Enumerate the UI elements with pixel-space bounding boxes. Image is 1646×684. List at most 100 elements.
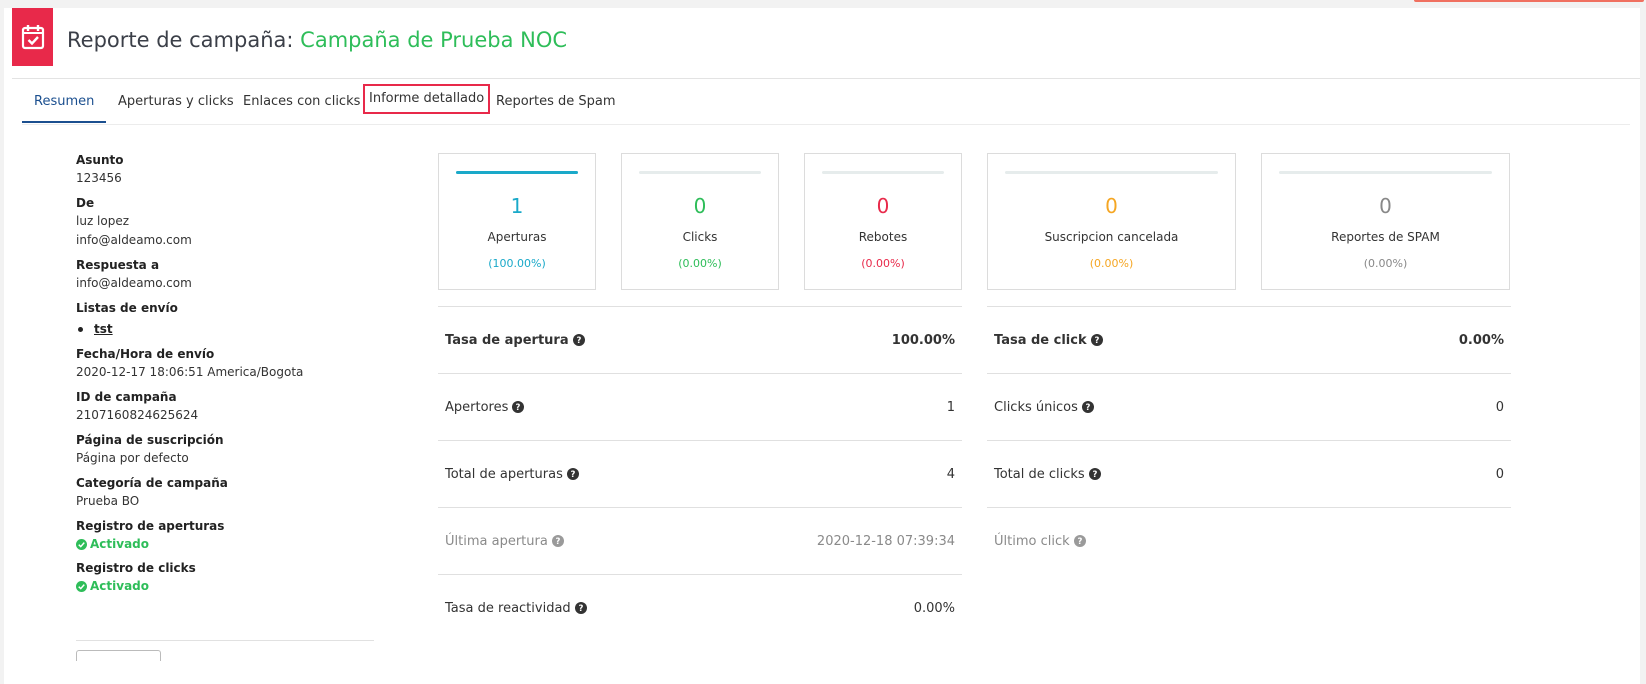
svg-text:?: ?: [555, 537, 560, 547]
svg-text:?: ?: [1077, 537, 1082, 547]
svg-text:?: ?: [516, 403, 521, 413]
page-header: Reporte de campaña: Campaña de Prueba NO…: [12, 8, 1640, 79]
reg-aperturas-status: Activado: [76, 535, 376, 553]
metric-percent: (0.00%): [1363, 257, 1408, 270]
metric-percent: (0.00%): [678, 257, 722, 270]
calendar-check-icon: [12, 8, 53, 66]
stat-label: Último click: [994, 533, 1070, 549]
reg-clicks-value: Activado: [90, 579, 150, 593]
stat-label: Última apertura: [445, 533, 548, 549]
stats-aperturas: Tasa de apertura? 100.00% Apertores? 1 Tot…: [438, 306, 962, 641]
metric-label: Reportes de SPAM: [1331, 230, 1440, 244]
stat-value: 100.00%: [891, 332, 955, 348]
progress-track: [1279, 171, 1492, 174]
metric-card-suscripcion-cancelada: 0 Suscripcion cancelada (0.00%): [987, 153, 1236, 290]
reg-clicks-label: Registro de clicks: [76, 561, 196, 575]
title-prefix: Reporte de campaña:: [67, 28, 294, 52]
question-circle-icon[interactable]: ?: [1090, 334, 1103, 346]
stat-row-tasa-apertura: Tasa de apertura? 100.00%: [438, 306, 962, 373]
metric-card-aperturas: 1 Aperturas (100.00%): [438, 153, 596, 290]
stat-value: 0.00%: [1458, 332, 1504, 348]
tabs-divider: [22, 124, 1630, 125]
metric-label: Suscripcion cancelada: [1044, 230, 1179, 244]
stat-row-clicks-unicos: Clicks únicos? 0: [987, 373, 1511, 440]
fecha-label: Fecha/Hora de envío: [76, 347, 215, 361]
tab-enlaces-con-clicks[interactable]: Enlaces con clicks: [231, 92, 372, 121]
campaign-details: Asunto 123456 De luz lopez info@aldeamo.com…: [76, 152, 376, 602]
stat-row-total-aperturas: Total de aperturas? 4: [438, 440, 962, 507]
pagina-value: Página por defecto: [76, 451, 189, 465]
de-name: luz lopez: [76, 214, 130, 228]
stat-row-tasa-reactividad: Tasa de reactividad? 0.00%: [438, 574, 962, 641]
stat-label: Apertores: [445, 399, 509, 415]
categoria-value: Prueba BO: [76, 494, 140, 508]
reg-aperturas-label: Registro de aperturas: [76, 519, 225, 533]
id-label: ID de campaña: [76, 390, 177, 404]
question-circle-icon[interactable]: ?: [1081, 401, 1094, 413]
stat-label: Tasa de reactividad: [445, 600, 571, 616]
stat-label: Total de aperturas: [445, 466, 563, 482]
progress-track: [1005, 171, 1218, 174]
svg-text:?: ?: [1092, 470, 1097, 480]
metric-card-reportes-spam: 0 Reportes de SPAM (0.00%): [1261, 153, 1510, 290]
bullet: [78, 326, 83, 332]
metric-value: 0: [693, 194, 707, 218]
asunto-value: 123456: [76, 171, 122, 185]
stat-value: 0.00%: [913, 600, 955, 616]
stat-row-ultima-apertura: Última apertura? 2020-12-18 07:39:34: [438, 507, 962, 574]
metric-value: 1: [510, 194, 524, 218]
reg-clicks-status: Activado: [76, 577, 376, 595]
stat-value: 0: [1495, 466, 1504, 482]
progress-track: [822, 171, 944, 174]
question-circle-icon[interactable]: ?: [574, 602, 587, 614]
stat-value: 2020-12-18 07:39:34: [816, 533, 955, 549]
list-item[interactable]: tst: [76, 319, 376, 339]
fecha-value: 2020-12-17 18:06:51 America/Bogota: [76, 365, 304, 379]
de-email: info@aldeamo.com: [76, 233, 192, 247]
question-circle-icon[interactable]: ?: [1088, 468, 1101, 480]
svg-text:?: ?: [1085, 403, 1090, 413]
question-circle-icon[interactable]: ?: [1073, 535, 1086, 547]
question-circle-icon[interactable]: ?: [551, 535, 564, 547]
metric-value: 0: [1379, 194, 1392, 218]
stat-row-total-clicks: Total de clicks? 0: [987, 440, 1511, 507]
progress-fill: [456, 171, 578, 174]
tab-aperturas-y-clicks[interactable]: Aperturas y clicks: [106, 92, 246, 121]
categoria-label: Categoría de campaña: [76, 476, 228, 490]
metric-card-rebotes: 0 Rebotes (0.00%): [804, 153, 962, 290]
stat-row-apertores: Apertores? 1: [438, 373, 962, 440]
stat-row-tasa-click: Tasa de click? 0.00%: [987, 306, 1511, 373]
metric-percent: (0.00%): [1089, 257, 1134, 270]
tab-informe-detallado[interactable]: Informe detallado: [362, 84, 491, 114]
stat-value: 1: [946, 399, 955, 415]
metric-label: Aperturas: [487, 230, 547, 244]
metric-percent: (0.00%): [861, 257, 905, 270]
list-link-tst[interactable]: tst: [94, 319, 113, 339]
top-accent-bar: [1414, 0, 1644, 2]
stats-clicks: Tasa de click? 0.00% Clicks únicos? 0 Tota…: [987, 306, 1511, 574]
tab-resumen[interactable]: Resumen: [22, 92, 107, 123]
details-button-partial[interactable]: [76, 650, 161, 661]
stat-label: Tasa de apertura: [445, 332, 569, 348]
stat-label: Total de clicks: [994, 466, 1085, 482]
respuesta-value: info@aldeamo.com: [76, 276, 192, 290]
stat-value: 0: [1495, 399, 1504, 415]
metric-card-clicks: 0 Clicks (0.00%): [621, 153, 779, 290]
question-circle-icon[interactable]: ?: [566, 468, 579, 480]
campaign-name: Campaña de Prueba NOC: [300, 28, 568, 52]
de-label: De: [76, 196, 95, 210]
question-circle-icon[interactable]: ?: [512, 401, 525, 413]
svg-text:?: ?: [570, 470, 575, 480]
metric-value: 0: [1105, 194, 1118, 218]
listas-label: Listas de envío: [76, 301, 178, 315]
check-circle-icon: [76, 580, 87, 592]
pagina-label: Página de suscripción: [76, 433, 224, 447]
page-title: Reporte de campaña: Campaña de Prueba NO…: [67, 28, 567, 52]
reg-aperturas-value: Activado: [90, 537, 150, 551]
details-divider: [76, 640, 374, 641]
respuesta-label: Respuesta a: [76, 258, 160, 272]
question-circle-icon[interactable]: ?: [572, 334, 585, 346]
tab-reportes-de-spam[interactable]: Reportes de Spam: [484, 92, 628, 121]
svg-text:?: ?: [576, 336, 581, 346]
metric-value: 0: [876, 194, 890, 218]
